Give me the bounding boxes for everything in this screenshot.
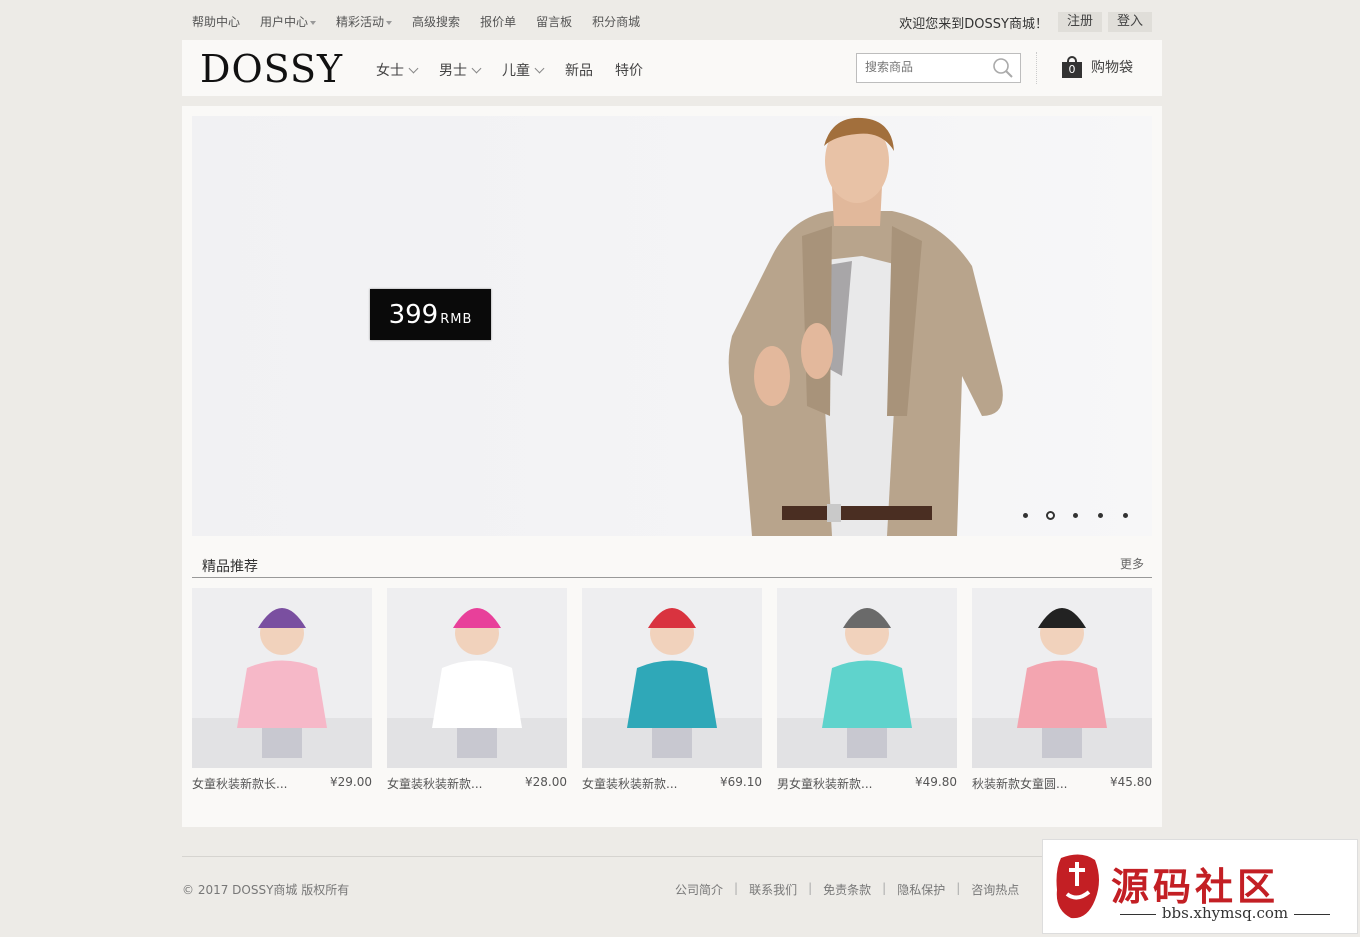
top-link-label: 高级搜索 (412, 15, 461, 29)
content-panel: 399 RMB 精品推荐 更多 女童秋装新款长... ¥29.00 女童装秋装新… (182, 106, 1162, 827)
welcome-text: 欢迎您来到DOSSY商城！ (899, 17, 1048, 32)
product-name[interactable]: 女童装秋装新款... (582, 775, 677, 792)
product-image[interactable] (387, 588, 567, 768)
banner-dot[interactable] (1073, 513, 1078, 518)
site-header: DOSSY 女士 男士 儿童 新品 特价 0 购物袋 (182, 40, 1162, 96)
top-bar: 帮助中心 用户中心 精彩活动 高级搜索 报价单 留言板 积分商城 欢迎您来到DOSSY商城！… (182, 0, 1162, 40)
product-name[interactable]: 女童秋装新款长... (192, 775, 287, 792)
banner-dot[interactable] (1023, 513, 1028, 518)
product-image[interactable] (777, 588, 957, 768)
cart-count: 0 (1062, 62, 1082, 78)
watermark-badge: 源码社区 bbs.xhymsq.com (1042, 839, 1358, 934)
product-price: ¥49.80 (915, 775, 957, 789)
product-image[interactable] (582, 588, 762, 768)
top-link[interactable]: 帮助中心 (192, 13, 240, 30)
search-input[interactable] (857, 54, 989, 80)
banner-price-tag: 399 RMB (370, 289, 491, 340)
top-link-label: 积分商城 (592, 15, 641, 29)
banner-price: 399 (388, 299, 439, 330)
banner-price-unit: RMB (440, 311, 473, 327)
register-button[interactable]: 注册 (1058, 12, 1102, 32)
nav-item[interactable]: 特价 (615, 60, 643, 80)
footer-link[interactable]: 联系我们 (749, 881, 797, 898)
top-link-label: 帮助中心 (192, 15, 241, 29)
top-link-label: 精彩活动 (336, 15, 385, 29)
more-link[interactable]: 更多 (1120, 555, 1144, 572)
nav-item-label: 新品 (565, 63, 593, 79)
main-nav: 女士 男士 儿童 新品 特价 (376, 60, 665, 80)
footer-link-separator: | (808, 881, 813, 895)
product-name[interactable]: 秋装新款女童圆... (972, 775, 1067, 792)
top-link-label: 留言板 (536, 15, 573, 29)
shopping-bag-icon: 0 (1062, 56, 1082, 78)
product-card[interactable]: 女童装秋装新款... ¥69.10 (582, 588, 762, 798)
chevron-down-icon (408, 63, 419, 74)
top-link[interactable]: 精彩活动 (336, 13, 393, 30)
footer-link-separator: | (882, 881, 887, 895)
copyright: © 2017 DOSSY商城 版权所有 (182, 883, 350, 897)
footer-link[interactable]: 隐私保护 (897, 881, 945, 898)
product-name[interactable]: 女童装秋装新款... (387, 775, 482, 792)
product-card[interactable]: 男女童秋装新款... ¥49.80 (777, 588, 957, 798)
header-divider (1036, 52, 1037, 84)
top-link[interactable]: 留言板 (536, 13, 572, 30)
product-image[interactable] (192, 588, 372, 768)
cart-label: 购物袋 (1091, 60, 1133, 76)
product-card[interactable]: 女童装秋装新款... ¥28.00 (387, 588, 567, 798)
nav-item-label: 儿童 (502, 63, 530, 79)
product-price: ¥29.00 (330, 775, 372, 789)
product-price: ¥69.10 (720, 775, 762, 789)
top-link[interactable]: 报价单 (480, 13, 516, 30)
top-link-label: 报价单 (480, 15, 517, 29)
chevron-down-icon (471, 63, 482, 74)
site-logo[interactable]: DOSSY (200, 47, 343, 91)
watermark-url: bbs.xhymsq.com (1105, 904, 1345, 922)
top-link-label: 用户中心 (260, 15, 309, 29)
banner-dot[interactable] (1098, 513, 1103, 518)
nav-item[interactable]: 女士 (376, 60, 419, 80)
banner-dot[interactable] (1123, 513, 1128, 518)
login-button[interactable]: 登入 (1108, 12, 1152, 32)
chevron-down-icon (534, 63, 545, 74)
banner-dot[interactable] (1046, 511, 1055, 520)
footer-link[interactable]: 咨询热点 (971, 881, 1019, 898)
nav-item-label: 男士 (439, 63, 467, 79)
product-image[interactable] (972, 588, 1152, 768)
product-price: ¥45.80 (1110, 775, 1152, 789)
product-list: 女童秋装新款长... ¥29.00 女童装秋装新款... ¥28.00 女童装秋装新款.… (192, 588, 1152, 798)
seal-logo-icon (1056, 854, 1099, 919)
footer-link[interactable]: 公司简介 (675, 881, 723, 898)
nav-item[interactable]: 新品 (565, 60, 593, 80)
hero-banner[interactable]: 399 RMB (192, 116, 1152, 536)
banner-pagination (1023, 511, 1148, 520)
product-card[interactable]: 女童秋装新款长... ¥29.00 (192, 588, 372, 798)
search-box (856, 53, 1021, 83)
top-links: 帮助中心 用户中心 精彩活动 高级搜索 报价单 留言板 积分商城 (192, 13, 660, 30)
footer-link-separator: | (956, 881, 961, 895)
caret-down-icon (310, 20, 317, 25)
nav-item-label: 女士 (376, 63, 404, 79)
caret-down-icon (386, 20, 393, 25)
footer-link[interactable]: 免责条款 (823, 881, 871, 898)
top-link[interactable]: 高级搜索 (412, 13, 460, 30)
nav-item-label: 特价 (615, 63, 643, 79)
banner-model-image (728, 117, 1003, 536)
nav-item[interactable]: 男士 (439, 60, 482, 80)
top-link[interactable]: 用户中心 (260, 13, 317, 30)
product-price: ¥28.00 (525, 775, 567, 789)
top-link[interactable]: 积分商城 (592, 13, 640, 30)
search-icon[interactable] (992, 57, 1014, 79)
product-name[interactable]: 男女童秋装新款... (777, 775, 872, 792)
watermark-title: 源码社区 (1111, 865, 1280, 909)
footer-links: 公司简介 | 联系我们 | 免责条款 | 隐私保护 | 咨询热点 (675, 881, 1019, 898)
nav-item[interactable]: 儿童 (502, 60, 545, 80)
section-header: 精品推荐 更多 (192, 549, 1152, 578)
site-footer: © 2017 DOSSY商城 版权所有 公司简介 | 联系我们 | 免责条款 | 隐私保护 |… (182, 856, 1162, 937)
section-title: 精品推荐 (202, 559, 258, 575)
cart-button[interactable]: 0 购物袋 (1062, 53, 1133, 81)
footer-link-separator: | (734, 881, 739, 895)
product-card[interactable]: 秋装新款女童圆... ¥45.80 (972, 588, 1152, 798)
